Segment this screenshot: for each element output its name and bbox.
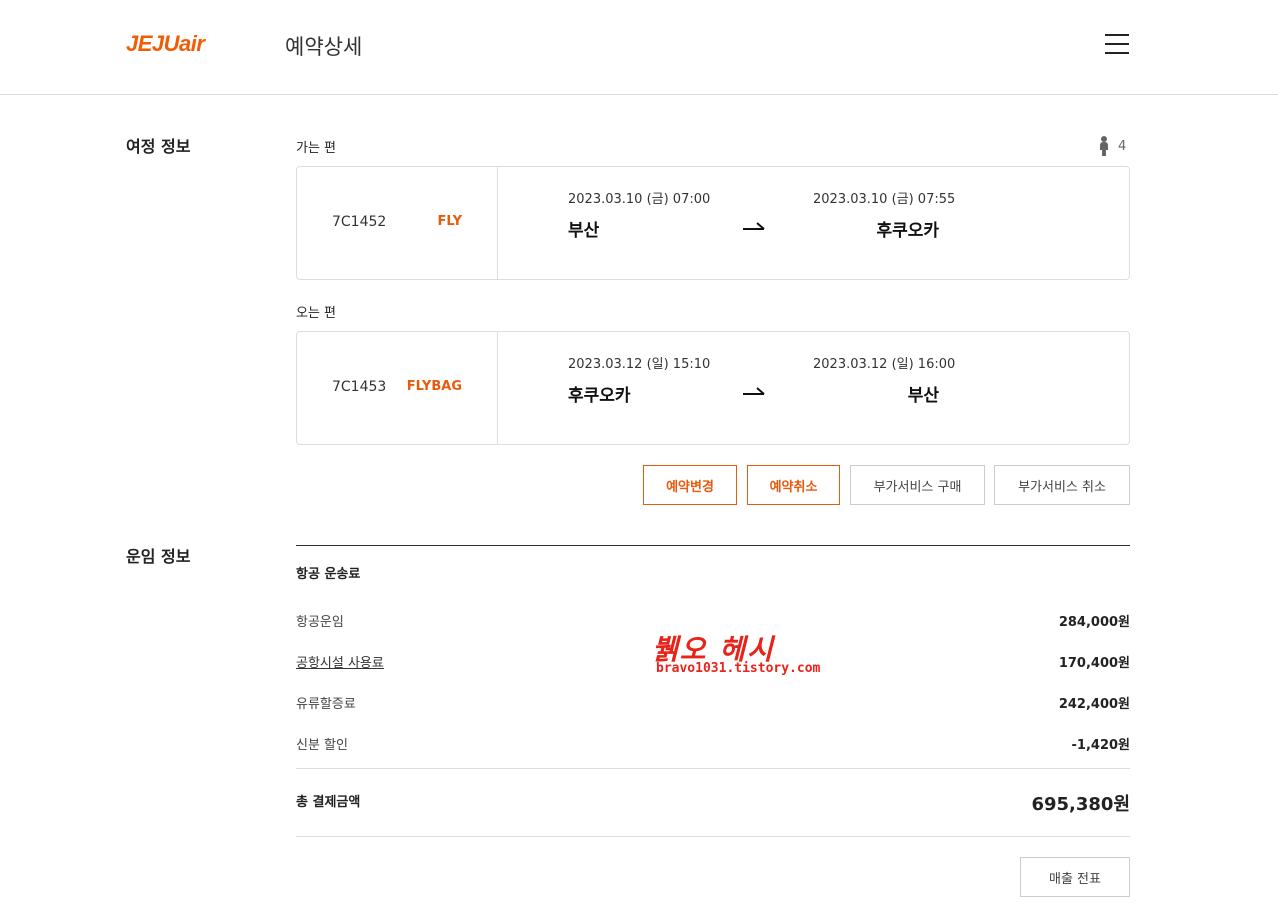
fare-row: 신분 할인 -1,420원 (296, 734, 1130, 754)
arrival-time: 2023.03.10 (금) 07:55 (813, 192, 956, 207)
jejuair-logo[interactable]: JEJUair (126, 31, 205, 57)
passenger-count-value: 4 (1118, 138, 1127, 154)
flight-number: 7C1452 (332, 214, 387, 230)
menu-bar (1105, 52, 1129, 54)
watermark: 뷁오 헤시 bravo1031.tistory.com (652, 628, 820, 684)
fare-label: 유류할증료 (296, 697, 356, 712)
fare-row: 유류할증료 242,400원 (296, 693, 1130, 713)
total-label: 총 결제금액 (296, 795, 361, 810)
fare-amount: -1,420원 (1071, 738, 1130, 753)
inbound-flight-card: 7C1453 FLYBAG 2023.03.12 (일) 15:10 2023.… (296, 331, 1130, 445)
change-reservation-button[interactable]: 예약변경 (643, 465, 737, 505)
menu-bar (1105, 34, 1129, 36)
buy-additional-service-button[interactable]: 부가서비스 구매 (850, 465, 985, 505)
watermark-url: bravo1031.tistory.com (656, 661, 821, 676)
fare-amount: 284,000원 (1058, 615, 1130, 630)
departure-city: 부산 (568, 221, 600, 241)
divider (296, 836, 1130, 837)
departure-city: 후쿠오카 (568, 386, 631, 406)
fare-label: 신분 할인 (296, 738, 348, 753)
arrival-city: 후쿠오카 (876, 221, 939, 241)
flight-info: 7C1453 FLYBAG (297, 332, 498, 444)
outbound-label: 가는 편 (296, 141, 337, 156)
total-amount: 695,380원 (1031, 794, 1130, 815)
fare-amount: 170,400원 (1058, 656, 1130, 671)
divider (296, 768, 1130, 769)
hamburger-menu-icon[interactable] (1105, 34, 1129, 54)
cancel-reservation-button[interactable]: 예약취소 (747, 465, 840, 505)
outbound-flight-card: 7C1452 FLY 2023.03.10 (금) 07:00 2023.03.… (296, 166, 1130, 280)
person-icon (1098, 136, 1110, 156)
fare-amount: 242,400원 (1058, 697, 1130, 712)
arrival-city: 부산 (907, 386, 939, 406)
fare-group-title: 항공 운송료 (296, 567, 361, 582)
fare-type: FLYBAG (406, 379, 462, 394)
flight-info: 7C1452 FLY (297, 167, 498, 279)
flight-number: 7C1453 (332, 379, 387, 395)
itinerary-section-title: 여정 정보 (126, 137, 191, 156)
sales-receipt-button[interactable]: 매출 전표 (1020, 857, 1130, 897)
fare-label: 항공운임 (296, 615, 344, 630)
header: JEJUair 예약상세 (0, 0, 1278, 95)
menu-bar (1105, 43, 1129, 45)
page-title: 예약상세 (285, 35, 363, 59)
divider (296, 545, 1130, 546)
fare-type: FLY (437, 214, 462, 229)
passenger-count: 4 (1098, 136, 1126, 156)
cancel-additional-service-button[interactable]: 부가서비스 취소 (994, 465, 1130, 505)
departure-time: 2023.03.12 (일) 15:10 (568, 357, 711, 372)
airport-fee-link[interactable]: 공항시설 사용료 (296, 652, 384, 671)
inbound-label: 오는 편 (296, 306, 337, 321)
arrival-time: 2023.03.12 (일) 16:00 (813, 357, 956, 372)
departure-time: 2023.03.10 (금) 07:00 (568, 192, 711, 207)
fare-section-title: 운임 정보 (126, 547, 191, 566)
